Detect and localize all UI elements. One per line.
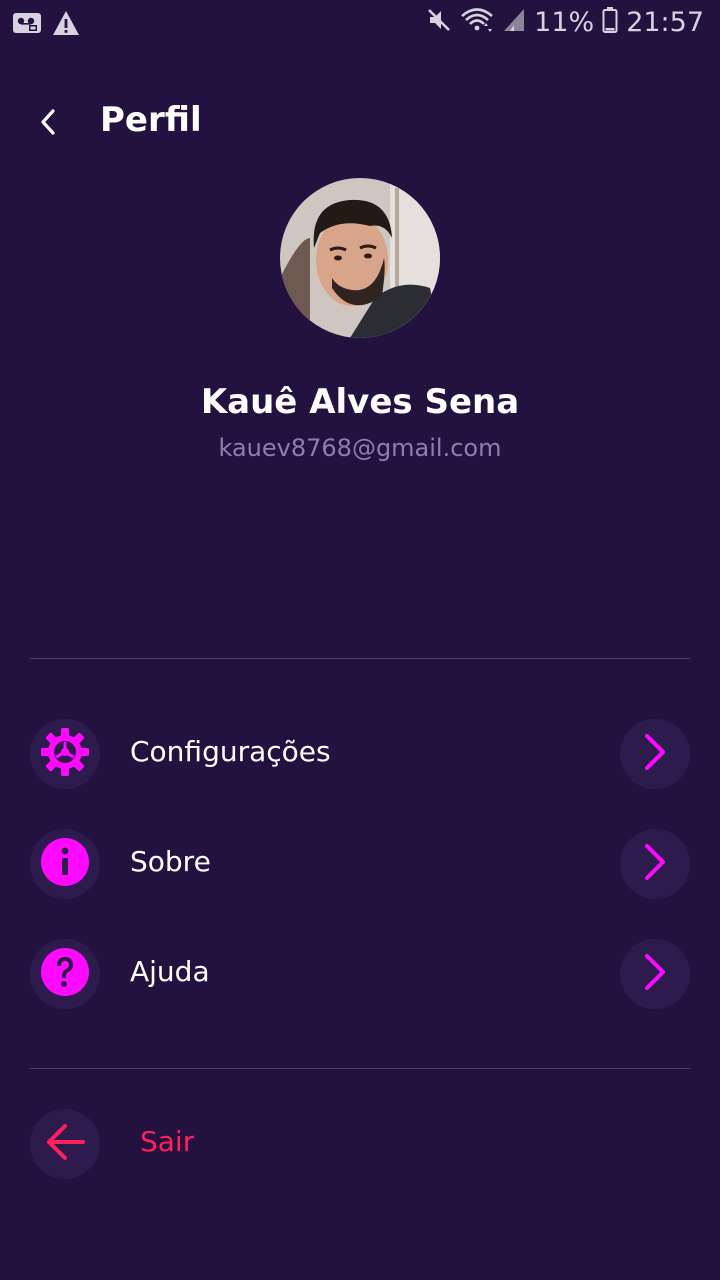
menu-item-ajuda[interactable]: Ajuda xyxy=(30,939,690,1009)
menu-item-label: Configurações xyxy=(130,735,331,768)
page-title: Perfil xyxy=(100,100,202,140)
icon-badge xyxy=(30,719,100,789)
status-bar-left xyxy=(12,10,80,40)
logout-button[interactable]: Sair xyxy=(30,1109,690,1179)
menu-item-sobre[interactable]: Sobre xyxy=(30,829,690,899)
battery-percent: 11% xyxy=(534,6,595,38)
back-arrow-icon xyxy=(38,107,58,141)
gear-icon xyxy=(39,726,91,782)
icon-badge xyxy=(30,939,100,1009)
icon-badge xyxy=(30,829,100,899)
chevron-right-icon xyxy=(642,952,668,996)
user-email: kauev8768@gmail.com xyxy=(218,434,502,462)
arrow-left-icon xyxy=(43,1122,87,1166)
chevron-button[interactable] xyxy=(620,719,690,789)
warning-icon xyxy=(52,10,80,40)
divider xyxy=(30,1068,690,1069)
battery-icon xyxy=(602,6,618,38)
back-button[interactable] xyxy=(28,104,68,144)
menu-item-configuracoes[interactable]: Configurações xyxy=(30,719,690,789)
logout-label: Sair xyxy=(140,1125,195,1158)
avatar xyxy=(280,178,440,338)
info-icon xyxy=(39,836,91,892)
status-bar: 11% 21:57 xyxy=(0,0,720,50)
menu-item-label: Ajuda xyxy=(130,955,210,988)
divider xyxy=(30,658,690,659)
status-bar-right: 11% 21:57 xyxy=(426,6,704,38)
chevron-button[interactable] xyxy=(620,939,690,1009)
voicemail-icon xyxy=(12,11,42,39)
chevron-button[interactable] xyxy=(620,829,690,899)
menu-item-label: Sobre xyxy=(130,845,211,878)
signal-icon xyxy=(502,7,526,37)
icon-badge xyxy=(30,1109,100,1179)
chevron-right-icon xyxy=(642,732,668,776)
header: Perfil xyxy=(0,90,720,160)
mute-icon xyxy=(426,7,452,37)
clock: 21:57 xyxy=(626,6,704,38)
wifi-icon xyxy=(460,6,494,38)
help-icon xyxy=(39,946,91,1002)
chevron-right-icon xyxy=(642,842,668,886)
user-name: Kauê Alves Sena xyxy=(200,382,520,422)
